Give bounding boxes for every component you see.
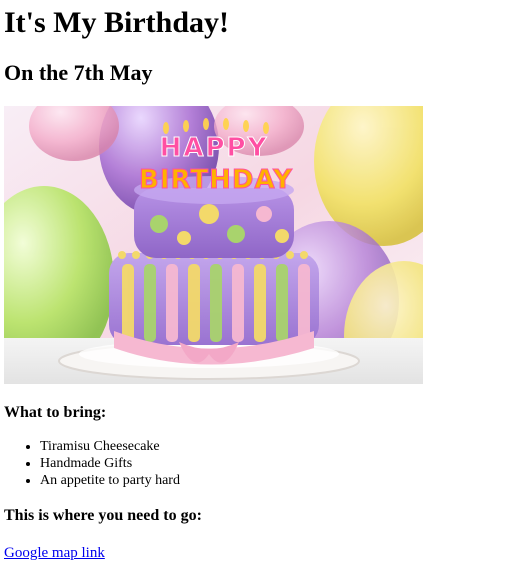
candle-text-line-1: HAPPY <box>160 133 269 163</box>
map-link-wrap: Google map link <box>4 545 528 562</box>
list-item: Handmade Gifts <box>40 455 528 472</box>
page-title: It's My Birthday! <box>4 6 229 39</box>
page: It's My Birthday! On the 7th May HAPPY B… <box>0 6 532 583</box>
date-heading: On the 7th May <box>4 60 153 85</box>
list-item: An appetite to party hard <box>40 472 528 489</box>
list-item: Tiramisu Cheesecake <box>40 438 528 455</box>
bring-heading: What to bring: <box>4 404 107 421</box>
bring-list: Tiramisu Cheesecake Handmade Gifts An ap… <box>4 438 528 489</box>
google-map-link[interactable]: Google map link <box>4 545 105 561</box>
birthday-cake-image: HAPPY BIRTHDAY <box>4 106 423 384</box>
candle-text-line-2: BIRTHDAY <box>139 165 293 195</box>
go-heading: This is where you need to go: <box>4 507 202 524</box>
